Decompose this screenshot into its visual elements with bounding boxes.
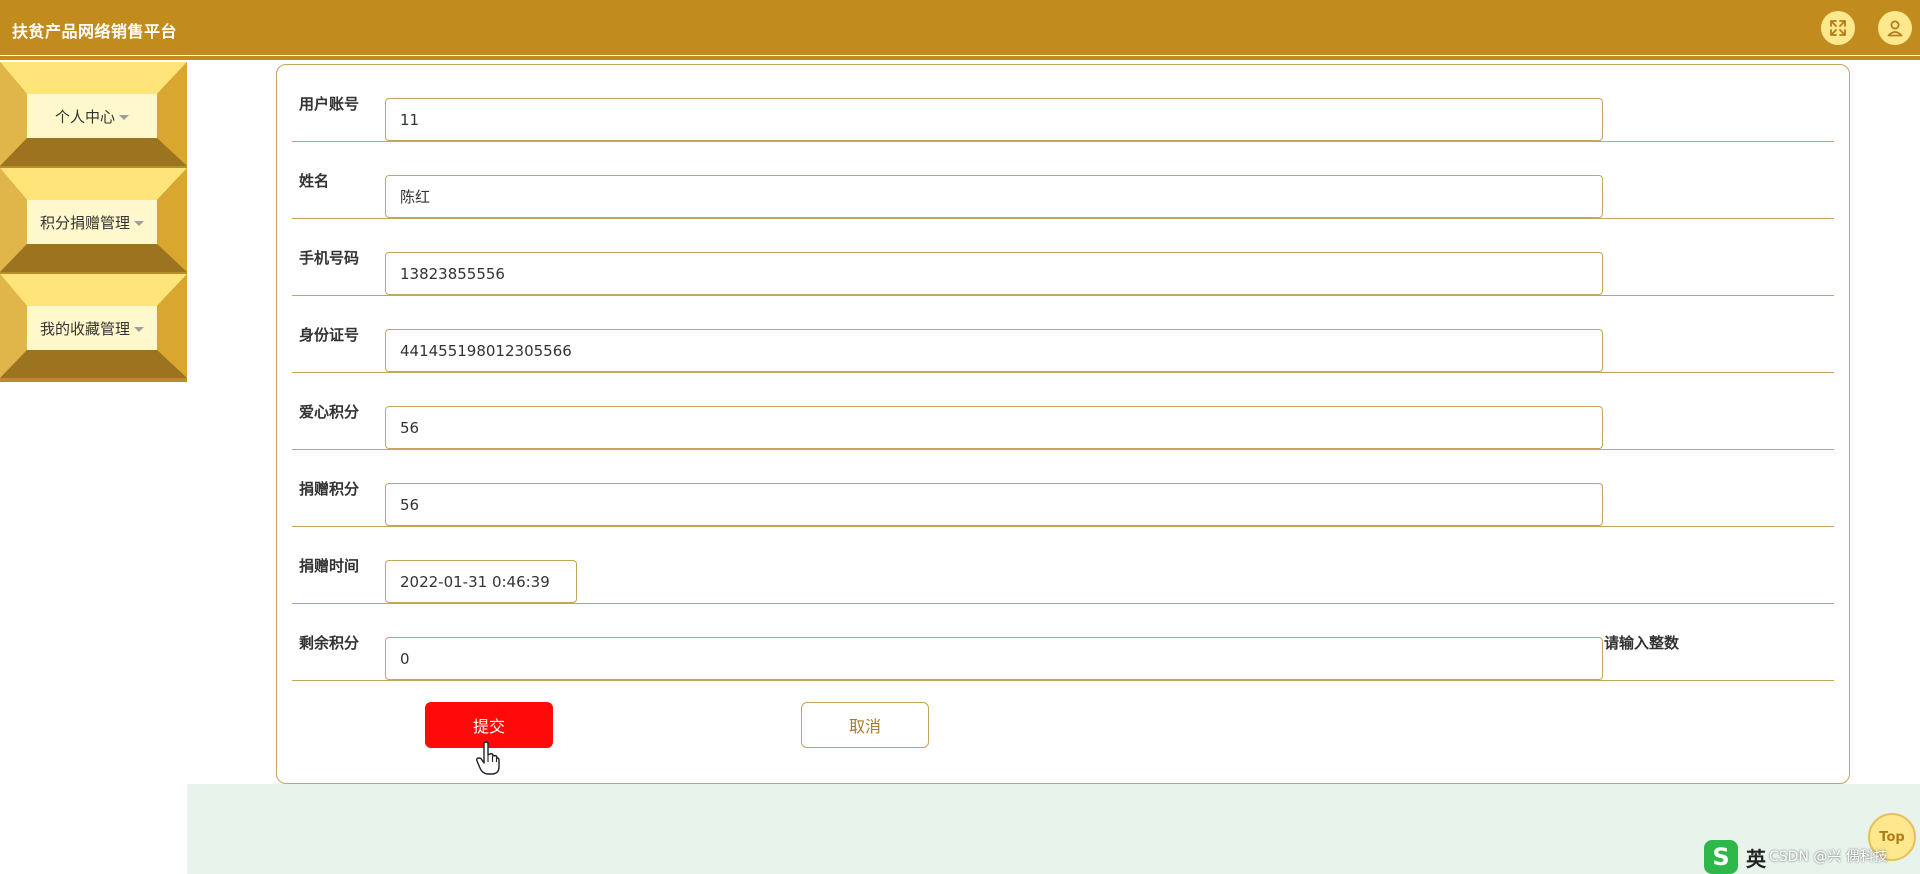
field-label: 用户账号 xyxy=(299,95,360,113)
love-points-input[interactable] xyxy=(385,406,1603,449)
sidebar-item-label: 个人中心 xyxy=(54,107,115,126)
form-row-love-points: 爱心积分 xyxy=(292,373,1834,450)
sidebar-item-label: 积分捐赠管理 xyxy=(39,213,130,232)
top-header: 扶贫产品网络销售平台 xyxy=(0,0,1920,55)
donated-points-input[interactable] xyxy=(385,483,1603,526)
ime-badge-icon: S xyxy=(1704,840,1738,874)
ime-language: 英 xyxy=(1746,846,1766,871)
field-label: 捐赠时间 xyxy=(299,557,360,575)
form-row-remaining-points: 剩余积分 请输入整数 xyxy=(292,604,1834,681)
sidebar-item-points-donation[interactable]: 积分捐赠管理 xyxy=(0,168,187,272)
form-row-account: 用户账号 xyxy=(292,65,1834,142)
caret-down-icon xyxy=(134,326,144,332)
sidebar-item-face: 积分捐赠管理 xyxy=(27,200,157,244)
sidebar-item-label: 我的收藏管理 xyxy=(39,319,130,338)
form-row-id-number: 身份证号 xyxy=(292,296,1834,373)
name-input[interactable] xyxy=(385,175,1603,218)
phone-input[interactable] xyxy=(385,252,1603,295)
sidebar: 个人中心 积分捐赠管理 我的收藏管理 xyxy=(0,62,187,382)
field-label: 身份证号 xyxy=(299,326,360,344)
sidebar-item-my-favorites[interactable]: 我的收藏管理 xyxy=(0,274,187,378)
field-label: 捐赠积分 xyxy=(299,480,360,498)
footer-band xyxy=(187,784,1920,874)
donation-time-input[interactable] xyxy=(385,560,577,603)
validation-hint: 请输入整数 xyxy=(1604,634,1680,652)
expand-arrows-icon xyxy=(1830,20,1846,36)
user-icon xyxy=(1887,20,1903,37)
caret-down-icon xyxy=(134,220,144,226)
form-row-donation-time: 捐赠时间 xyxy=(292,527,1834,604)
field-label: 爱心积分 xyxy=(299,403,360,421)
field-label: 姓名 xyxy=(299,172,330,190)
cancel-button[interactable]: 取消 xyxy=(801,702,929,748)
field-label: 剩余积分 xyxy=(299,634,360,652)
sidebar-item-face: 我的收藏管理 xyxy=(27,306,157,350)
id-number-input[interactable] xyxy=(385,329,1603,372)
account-input[interactable] xyxy=(385,98,1603,141)
form-card: 用户账号 姓名 手机号码 身份证号 爱心积分 捐赠积分 捐赠时间 剩余积分 请输… xyxy=(276,64,1850,784)
form-row-donated-points: 捐赠积分 xyxy=(292,450,1834,527)
form-row-phone: 手机号码 xyxy=(292,219,1834,296)
remaining-points-input[interactable] xyxy=(385,637,1603,680)
watermark: CSDN @兴 偶科技 xyxy=(1769,849,1888,865)
app-title: 扶贫产品网络销售平台 xyxy=(12,22,178,41)
fullscreen-button[interactable] xyxy=(1821,11,1855,45)
form-row-name: 姓名 xyxy=(292,142,1834,219)
header-underline xyxy=(0,56,1920,60)
sidebar-item-personal-center[interactable]: 个人中心 xyxy=(0,62,187,166)
field-label: 手机号码 xyxy=(299,249,360,267)
hand-cursor-icon xyxy=(476,741,500,775)
sidebar-item-face: 个人中心 xyxy=(27,94,157,138)
caret-down-icon xyxy=(119,114,129,120)
user-menu-button[interactable] xyxy=(1878,11,1912,45)
